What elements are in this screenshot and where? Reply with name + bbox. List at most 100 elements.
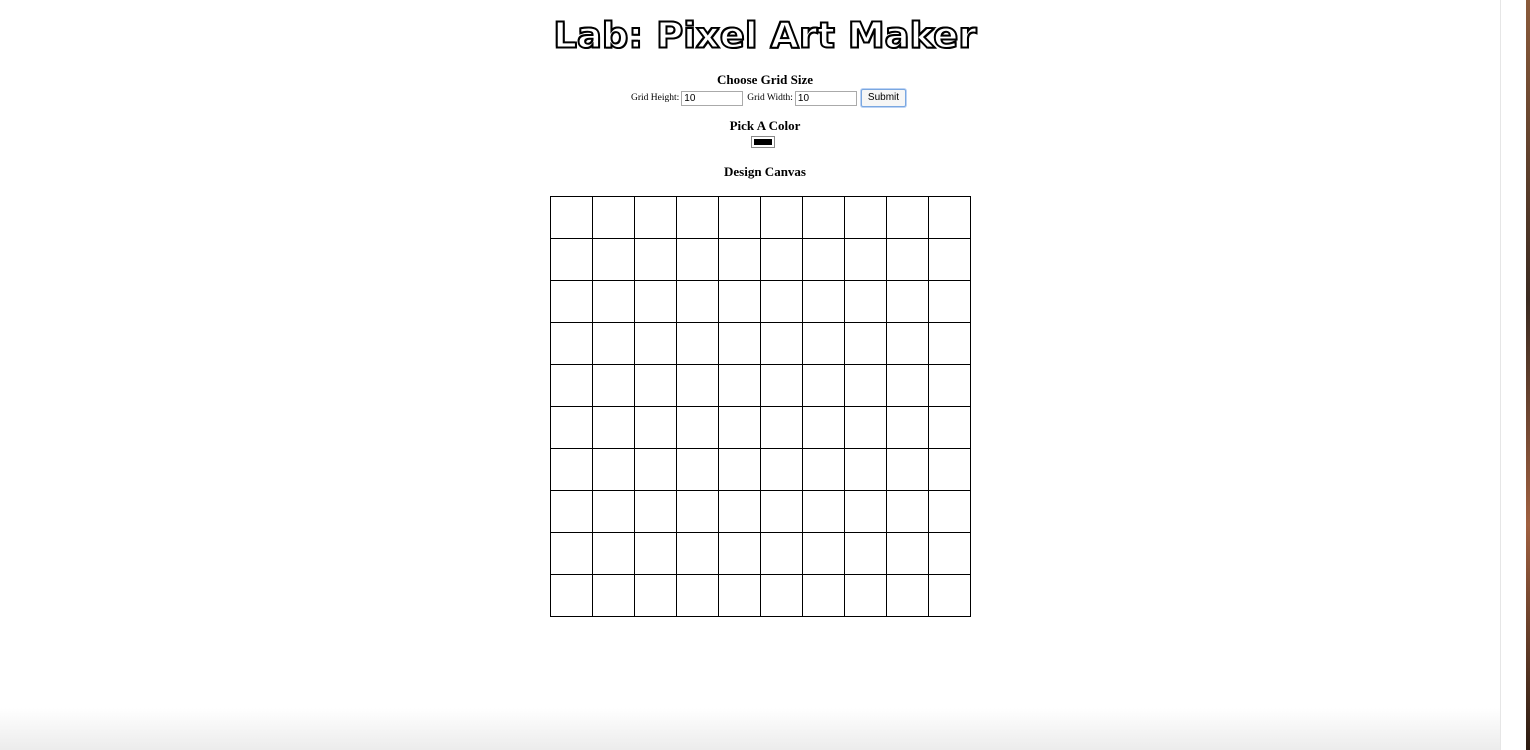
canvas-cell[interactable]: [844, 574, 887, 617]
canvas-cell[interactable]: [718, 406, 761, 449]
canvas-cell[interactable]: [592, 196, 635, 239]
canvas-cell[interactable]: [886, 406, 929, 449]
canvas-cell[interactable]: [718, 322, 761, 365]
canvas-cell[interactable]: [550, 238, 593, 281]
canvas-cell[interactable]: [634, 322, 677, 365]
canvas-cell[interactable]: [676, 322, 719, 365]
canvas-cell[interactable]: [760, 532, 803, 575]
canvas-cell[interactable]: [550, 406, 593, 449]
canvas-cell[interactable]: [886, 490, 929, 533]
canvas-cell[interactable]: [802, 406, 845, 449]
canvas-cell[interactable]: [928, 280, 971, 323]
canvas-cell[interactable]: [844, 448, 887, 491]
canvas-cell[interactable]: [718, 490, 761, 533]
canvas-cell[interactable]: [928, 196, 971, 239]
canvas-cell[interactable]: [550, 574, 593, 617]
canvas-cell[interactable]: [634, 574, 677, 617]
canvas-cell[interactable]: [886, 196, 929, 239]
canvas-cell[interactable]: [718, 448, 761, 491]
canvas-cell[interactable]: [844, 406, 887, 449]
canvas-cell[interactable]: [928, 448, 971, 491]
canvas-cell[interactable]: [802, 322, 845, 365]
canvas-cell[interactable]: [844, 238, 887, 281]
canvas-cell[interactable]: [676, 490, 719, 533]
canvas-cell[interactable]: [928, 532, 971, 575]
canvas-cell[interactable]: [676, 238, 719, 281]
canvas-cell[interactable]: [676, 280, 719, 323]
canvas-cell[interactable]: [634, 448, 677, 491]
canvas-cell[interactable]: [760, 322, 803, 365]
canvas-cell[interactable]: [634, 406, 677, 449]
canvas-cell[interactable]: [550, 280, 593, 323]
canvas-cell[interactable]: [928, 490, 971, 533]
canvas-cell[interactable]: [928, 574, 971, 617]
canvas-cell[interactable]: [886, 532, 929, 575]
canvas-cell[interactable]: [802, 238, 845, 281]
color-picker[interactable]: [751, 136, 775, 148]
canvas-cell[interactable]: [802, 532, 845, 575]
canvas-cell[interactable]: [634, 238, 677, 281]
canvas-cell[interactable]: [760, 448, 803, 491]
canvas-cell[interactable]: [802, 364, 845, 407]
canvas-cell[interactable]: [886, 574, 929, 617]
canvas-cell[interactable]: [592, 322, 635, 365]
canvas-cell[interactable]: [844, 532, 887, 575]
canvas-cell[interactable]: [676, 406, 719, 449]
canvas-cell[interactable]: [634, 196, 677, 239]
canvas-cell[interactable]: [928, 364, 971, 407]
canvas-cell[interactable]: [928, 238, 971, 281]
canvas-cell[interactable]: [550, 196, 593, 239]
canvas-cell[interactable]: [760, 238, 803, 281]
canvas-cell[interactable]: [844, 364, 887, 407]
canvas-cell[interactable]: [718, 238, 761, 281]
canvas-cell[interactable]: [592, 490, 635, 533]
canvas-cell[interactable]: [592, 238, 635, 281]
canvas-cell[interactable]: [676, 448, 719, 491]
canvas-cell[interactable]: [592, 406, 635, 449]
canvas-cell[interactable]: [844, 322, 887, 365]
canvas-cell[interactable]: [550, 490, 593, 533]
canvas-cell[interactable]: [886, 280, 929, 323]
canvas-cell[interactable]: [592, 532, 635, 575]
canvas-cell[interactable]: [928, 322, 971, 365]
canvas-cell[interactable]: [886, 364, 929, 407]
grid-width-input[interactable]: [794, 90, 857, 106]
canvas-cell[interactable]: [760, 364, 803, 407]
canvas-cell[interactable]: [844, 196, 887, 239]
canvas-cell[interactable]: [802, 280, 845, 323]
canvas-cell[interactable]: [802, 490, 845, 533]
canvas-cell[interactable]: [592, 280, 635, 323]
canvas-cell[interactable]: [718, 196, 761, 239]
canvas-cell[interactable]: [718, 532, 761, 575]
canvas-cell[interactable]: [760, 574, 803, 617]
canvas-cell[interactable]: [676, 574, 719, 617]
canvas-cell[interactable]: [634, 532, 677, 575]
canvas-cell[interactable]: [550, 448, 593, 491]
canvas-cell[interactable]: [844, 490, 887, 533]
canvas-cell[interactable]: [886, 448, 929, 491]
canvas-cell[interactable]: [886, 322, 929, 365]
canvas-cell[interactable]: [760, 280, 803, 323]
canvas-cell[interactable]: [592, 364, 635, 407]
canvas-cell[interactable]: [676, 532, 719, 575]
canvas-cell[interactable]: [676, 364, 719, 407]
canvas-cell[interactable]: [760, 490, 803, 533]
canvas-cell[interactable]: [634, 280, 677, 323]
canvas-cell[interactable]: [928, 406, 971, 449]
canvas-cell[interactable]: [592, 448, 635, 491]
canvas-cell[interactable]: [550, 532, 593, 575]
canvas-cell[interactable]: [718, 364, 761, 407]
grid-height-input[interactable]: [681, 90, 744, 106]
canvas-cell[interactable]: [634, 490, 677, 533]
canvas-cell[interactable]: [718, 280, 761, 323]
canvas-cell[interactable]: [802, 448, 845, 491]
canvas-cell[interactable]: [550, 322, 593, 365]
canvas-cell[interactable]: [802, 196, 845, 239]
canvas-cell[interactable]: [802, 574, 845, 617]
canvas-cell[interactable]: [760, 196, 803, 239]
canvas-cell[interactable]: [676, 196, 719, 239]
canvas-cell[interactable]: [718, 574, 761, 617]
canvas-cell[interactable]: [592, 574, 635, 617]
canvas-cell[interactable]: [634, 364, 677, 407]
submit-button[interactable]: Submit: [860, 89, 907, 107]
